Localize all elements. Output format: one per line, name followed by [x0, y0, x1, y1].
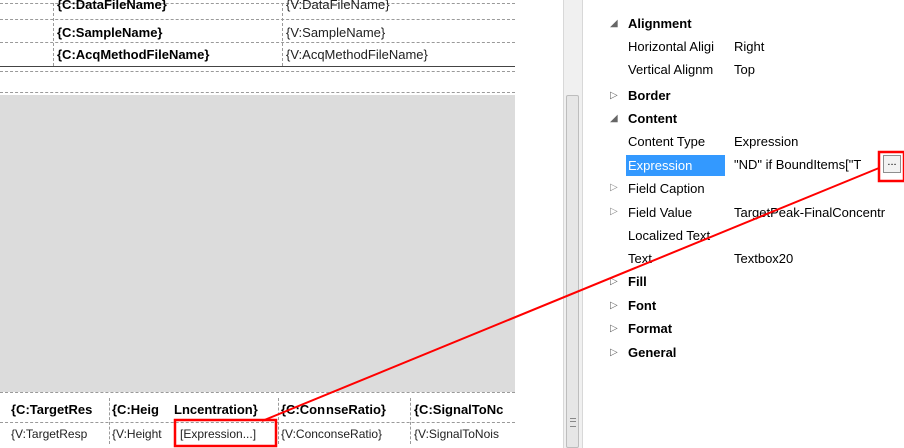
category-format[interactable]: ▷ Format — [600, 318, 904, 341]
table-value-row[interactable]: {V:TargetResp {V:Height [Expression...] … — [0, 424, 515, 444]
category-border[interactable]: ▷ Border — [600, 85, 904, 108]
triangle-right-icon[interactable]: ▷ — [610, 275, 620, 289]
section-divider — [0, 392, 515, 393]
property-grid[interactable]: ◢ Alignment Horizontal Aligi Right Verti… — [600, 13, 904, 448]
triangle-right-icon[interactable]: ▷ — [610, 346, 620, 360]
category-alignment[interactable]: ◢ Alignment — [600, 13, 904, 36]
vertical-scrollbar[interactable] — [563, 0, 583, 448]
value-cell[interactable]: {V:Conc — [281, 424, 324, 444]
property-value[interactable]: Textbox20 — [734, 251, 904, 269]
column-guide — [109, 398, 110, 444]
table-caption-row[interactable]: {C:TargetRes {C:Heig Lncentration} {C:Co… — [0, 398, 515, 422]
header-caption[interactable]: {C:AcqMethodFileName} — [57, 47, 209, 62]
property-value[interactable]: "ND" if BoundItems["T — [734, 157, 880, 175]
header-caption[interactable]: {C:DataFileName} — [57, 0, 167, 12]
header-row-datafilename[interactable]: {C:DataFileName} {V:DataFileName} — [0, 0, 515, 23]
row-divider — [0, 42, 515, 43]
category-label: Format — [628, 321, 673, 336]
property-name: Text — [628, 251, 652, 266]
triangle-right-icon[interactable]: ▷ — [610, 182, 618, 193]
property-value[interactable]: Right — [734, 39, 904, 57]
caption-cell[interactable]: {C:TargetRes — [11, 398, 107, 422]
property-name: Localized Text — [628, 228, 711, 243]
triangle-right-icon[interactable]: ▷ — [610, 206, 618, 217]
category-general[interactable]: ▷ General — [600, 342, 904, 365]
caption-cell[interactable]: nseRatio} — [326, 398, 410, 422]
property-row-field-caption[interactable]: ▷ Field Caption — [600, 178, 904, 201]
category-content[interactable]: ◢ Content — [600, 108, 904, 131]
property-row-content-type[interactable]: Content Type Expression — [600, 131, 904, 154]
category-label: Fill — [628, 274, 647, 289]
scrollbar-thumb[interactable] — [566, 95, 579, 448]
section-divider — [0, 92, 515, 93]
header-value[interactable]: {V:AcqMethodFileName} — [286, 47, 428, 62]
property-row-horizontal-alignment[interactable]: Horizontal Aligi Right — [600, 36, 904, 59]
property-value[interactable] — [734, 181, 904, 199]
caption-cell[interactable]: {C:Heig — [112, 398, 174, 422]
property-row-text[interactable]: Text Textbox20 — [600, 248, 904, 271]
column-guide — [410, 398, 411, 444]
property-name: Field Caption — [628, 181, 705, 196]
caption-cell[interactable]: Lncentration} — [174, 398, 274, 422]
value-cell[interactable]: onseRatio} — [324, 424, 410, 444]
category-label: Alignment — [628, 16, 692, 31]
column-guide — [278, 398, 279, 444]
header-value[interactable]: {V:SampleName} — [286, 25, 385, 40]
property-name: Horizontal Aligi — [628, 39, 714, 54]
value-cell[interactable]: {V:Height — [112, 424, 175, 444]
property-row-vertical-alignment[interactable]: Vertical Alignm Top — [600, 59, 904, 82]
property-row-expression[interactable]: Expression "ND" if BoundItems["T ... — [600, 154, 904, 177]
property-name-selected: Expression — [626, 155, 725, 176]
category-label: General — [628, 345, 677, 360]
property-value[interactable]: Expression — [734, 134, 904, 152]
detail-band[interactable] — [0, 95, 515, 392]
header-value[interactable]: {V:DataFileName} — [286, 0, 390, 12]
category-label: Border — [628, 88, 671, 103]
value-cell[interactable]: {V:SignalToNois — [414, 424, 515, 444]
report-designer-surface[interactable]: {C:DataFileName} {V:DataFileName} {C:Sam… — [0, 0, 515, 448]
column-guide — [53, 3, 54, 66]
triangle-right-icon[interactable]: ▷ — [610, 89, 620, 103]
caption-cell[interactable]: {C:SignalToNc — [414, 398, 515, 422]
value-cell[interactable]: {V:TargetResp — [11, 424, 108, 444]
triangle-down-icon[interactable]: ◢ — [610, 112, 620, 126]
property-name: Content Type — [628, 134, 706, 149]
category-label: Font — [628, 298, 657, 313]
section-border — [0, 66, 515, 67]
category-label: Content — [628, 111, 678, 126]
ellipsis-button[interactable]: ... — [883, 155, 901, 173]
section-divider — [0, 71, 515, 72]
property-name: Field Value — [628, 205, 693, 220]
column-guide — [282, 3, 283, 66]
header-row-acqmethodfilename[interactable]: {C:AcqMethodFileName} {V:AcqMethodFileNa… — [0, 47, 515, 67]
property-value[interactable]: Top — [734, 62, 904, 80]
header-caption[interactable]: {C:SampleName} — [57, 25, 163, 40]
triangle-down-icon[interactable]: ◢ — [610, 17, 620, 31]
property-value[interactable] — [734, 228, 904, 246]
property-row-localized-text[interactable]: Localized Text — [600, 225, 904, 248]
caption-cell[interactable]: {C:Con — [281, 398, 326, 422]
triangle-right-icon[interactable]: ▷ — [610, 322, 620, 336]
scroll-grip-icon — [570, 418, 576, 427]
property-value[interactable]: TargetPeak-FinalConcentr — [734, 205, 904, 223]
property-name: Vertical Alignm — [628, 62, 714, 77]
category-font[interactable]: ▷ Font — [600, 295, 904, 318]
property-row-field-value[interactable]: ▷ Field Value TargetPeak-FinalConcentr — [600, 202, 904, 225]
category-fill[interactable]: ▷ Fill — [600, 271, 904, 294]
triangle-right-icon[interactable]: ▷ — [610, 299, 620, 313]
expression-cell[interactable]: [Expression...] — [180, 424, 275, 444]
row-divider — [0, 19, 515, 20]
row-divider — [0, 422, 515, 423]
